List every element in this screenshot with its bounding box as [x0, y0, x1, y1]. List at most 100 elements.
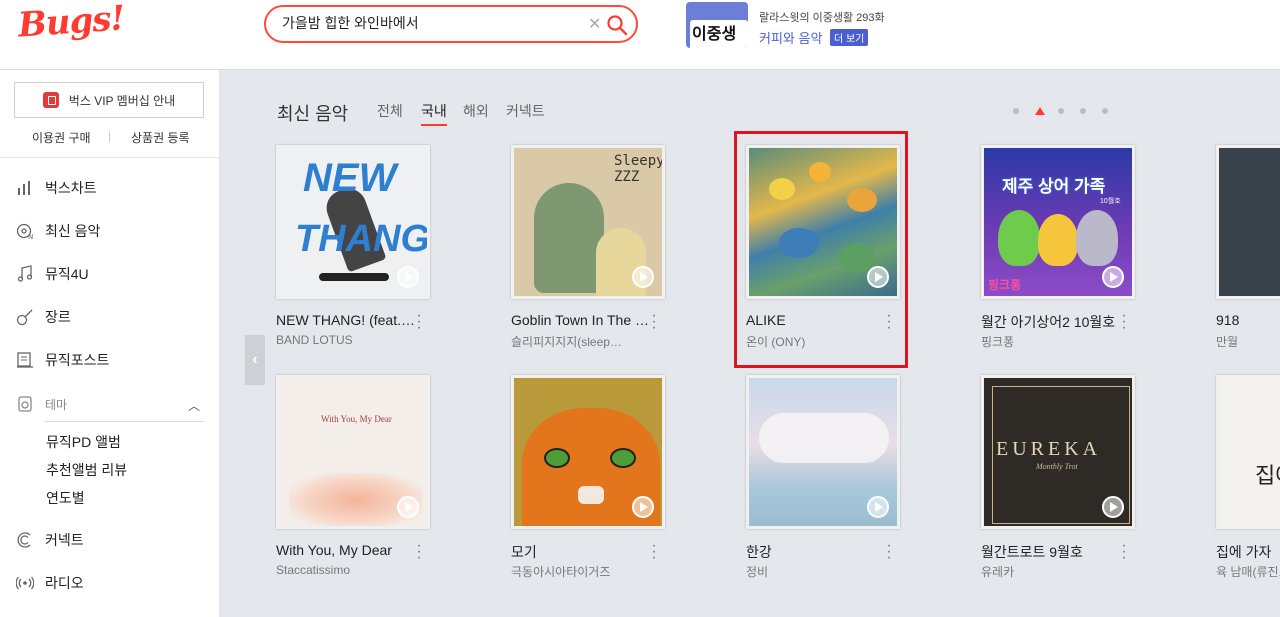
album-art[interactable]: Sleepy ZZZ	[511, 145, 665, 299]
album-title[interactable]: 918	[1216, 312, 1280, 328]
album-artist[interactable]: Staccatissimo	[276, 563, 416, 577]
more-options-icon[interactable]: · · ·	[649, 308, 659, 336]
more-options-icon[interactable]: · · ·	[884, 538, 894, 566]
sidebar-subitem-yearly[interactable]: 연도별	[46, 488, 85, 508]
album-card[interactable]: With You, My Dear With You, My Dear Stac…	[276, 375, 436, 577]
album-artist[interactable]: 슬리피지지지(sleep…	[511, 333, 651, 350]
tab-all[interactable]: 전체	[377, 101, 403, 121]
album-art[interactable]: 집에	[1216, 375, 1280, 529]
buy-pass-link[interactable]: 이용권 구매	[32, 129, 91, 146]
divider	[0, 157, 219, 158]
sidebar-item-new-music[interactable]: N 최신 음악	[0, 217, 219, 245]
art-text: 집에	[1255, 463, 1280, 488]
page-dot[interactable]	[1058, 108, 1064, 114]
promo-thumbnail[interactable]: 이중생활	[686, 2, 748, 48]
sidebar-item-connect[interactable]: 커넥트	[0, 526, 219, 554]
search-box[interactable]: ✕	[264, 5, 638, 43]
play-icon[interactable]	[867, 496, 889, 518]
art-text: Sleepy	[614, 153, 665, 169]
play-icon[interactable]	[397, 266, 419, 288]
art-text: NEW	[303, 156, 397, 200]
album-title[interactable]: 집에 가자	[1216, 542, 1280, 562]
art-figure	[1076, 210, 1118, 266]
clear-icon[interactable]: ✕	[588, 14, 601, 34]
prev-button[interactable]: ‹	[245, 335, 265, 385]
album-art[interactable]: 제주 상어 가족 10월호 핑크퐁	[981, 145, 1135, 299]
album-card[interactable]: EUREKA Monthly Trot 월간트로트 9월호 유레카 · · ·	[981, 375, 1141, 579]
sidebar-subitem-review[interactable]: 추천앨범 리뷰	[46, 460, 127, 480]
album-artist[interactable]: BAND LOTUS	[276, 333, 416, 347]
sidebar-item-label: 장르	[45, 309, 71, 325]
album-artist[interactable]: 유레카	[981, 563, 1121, 580]
sidebar-item-label: 뮤직4U	[45, 266, 89, 282]
art-figure	[1038, 214, 1078, 266]
bugs-logo[interactable]: Bugs!	[17, 0, 126, 46]
album-artist[interactable]: 육 남매(류진,	[1216, 563, 1280, 580]
album-title[interactable]: With You, My Dear	[276, 542, 416, 558]
more-options-icon[interactable]: · · ·	[414, 308, 424, 336]
promo-subtitle[interactable]: 랄라스윗의 이중생활 293화	[759, 9, 885, 25]
album-art[interactable]	[1216, 145, 1280, 299]
header: Bugs! ✕ 이중생활 랄라스윗의 이중생활 293화 커피와 음악 더 보기	[0, 0, 1280, 70]
sidebar-item-chart[interactable]: 벅스차트	[0, 174, 219, 202]
album-art[interactable]: NEW THANG	[276, 145, 430, 299]
album-artist[interactable]: 핑크퐁	[981, 333, 1121, 350]
album-title[interactable]: Goblin Town In The …	[511, 312, 651, 328]
more-options-icon[interactable]: · · ·	[414, 538, 424, 566]
album-card[interactable]: 집에 집에 가자 육 남매(류진,	[1216, 375, 1280, 579]
tab-connect[interactable]: 커넥트	[506, 101, 545, 121]
coupon-link[interactable]: 상품권 등록	[131, 129, 190, 146]
album-card[interactable]: 제주 상어 가족 10월호 핑크퐁 월간 아기상어2 10월호 핑크퐁 · · ·	[981, 145, 1141, 349]
album-card[interactable]: 한강 정비 · · ·	[746, 375, 906, 579]
vip-membership-button[interactable]: 벅스 VIP 멤버십 안내	[14, 82, 204, 118]
album-art[interactable]: With You, My Dear	[276, 375, 430, 529]
page-dot[interactable]	[1080, 108, 1086, 114]
promo-title[interactable]: 커피와 음악	[759, 28, 822, 47]
art-figure	[319, 273, 389, 281]
album-card[interactable]: 모기 극동아시아타이거즈 · · ·	[511, 375, 671, 579]
chart-icon	[18, 181, 30, 195]
vip-label: 벅스 VIP 멤버십 안내	[68, 93, 176, 108]
sidebar-item-music4u[interactable]: 뮤직4U	[0, 260, 219, 288]
chevron-up-icon[interactable]: ︿	[188, 397, 200, 414]
more-options-icon[interactable]: · · ·	[649, 538, 659, 566]
album-art[interactable]	[746, 375, 900, 529]
tab-overseas[interactable]: 해외	[463, 101, 489, 121]
album-art[interactable]	[511, 375, 665, 529]
album-title[interactable]: NEW THANG! (feat. …	[276, 312, 416, 328]
more-options-icon[interactable]: · · ·	[1119, 538, 1129, 566]
promo-more-badge[interactable]: 더 보기	[830, 29, 869, 46]
search-input[interactable]	[282, 15, 582, 31]
album-art[interactable]: EUREKA Monthly Trot	[981, 375, 1135, 529]
sidebar-item-musicpost[interactable]: 뮤직포스트	[0, 346, 219, 374]
page-dot[interactable]	[1013, 108, 1019, 114]
album-title[interactable]: 모기	[511, 542, 651, 562]
album-artist[interactable]: 정비	[746, 563, 886, 580]
play-icon[interactable]	[1102, 266, 1124, 288]
art-figure	[544, 448, 570, 468]
album-card[interactable]: NEW THANG NEW THANG! (feat. … BAND LOTUS…	[276, 145, 436, 347]
album-title[interactable]: 월간트로트 9월호	[981, 542, 1121, 562]
play-icon[interactable]	[1102, 496, 1124, 518]
search-icon[interactable]	[606, 14, 628, 36]
more-options-icon[interactable]: · · ·	[1119, 308, 1129, 336]
album-artist[interactable]: 극동아시아타이거즈	[511, 563, 651, 580]
play-icon[interactable]	[397, 496, 419, 518]
page-dot-active[interactable]	[1035, 107, 1045, 115]
play-icon[interactable]	[632, 266, 654, 288]
album-title[interactable]: 월간 아기상어2 10월호	[981, 312, 1121, 332]
play-icon[interactable]	[632, 496, 654, 518]
page-dot[interactable]	[1102, 108, 1108, 114]
vip-icon	[42, 92, 59, 108]
sidebar-subitem-musicpd[interactable]: 뮤직PD 앨범	[46, 432, 121, 452]
sidebar-item-radio[interactable]: 라디오	[0, 569, 219, 597]
album-title[interactable]: 한강	[746, 542, 886, 562]
sidebar-item-theme[interactable]: 테마 ︿	[0, 390, 219, 418]
album-artist[interactable]: 만월	[1216, 333, 1280, 350]
sidebar-item-label: 벅스차트	[45, 180, 97, 196]
album-card[interactable]: 918 만월	[1216, 145, 1280, 349]
tab-domestic[interactable]: 국내	[421, 101, 447, 126]
post-icon	[17, 352, 33, 368]
sidebar-item-genre[interactable]: 장르	[0, 303, 219, 331]
album-card[interactable]: Sleepy ZZZ Goblin Town In The … 슬리피지지지(sl…	[511, 145, 671, 349]
